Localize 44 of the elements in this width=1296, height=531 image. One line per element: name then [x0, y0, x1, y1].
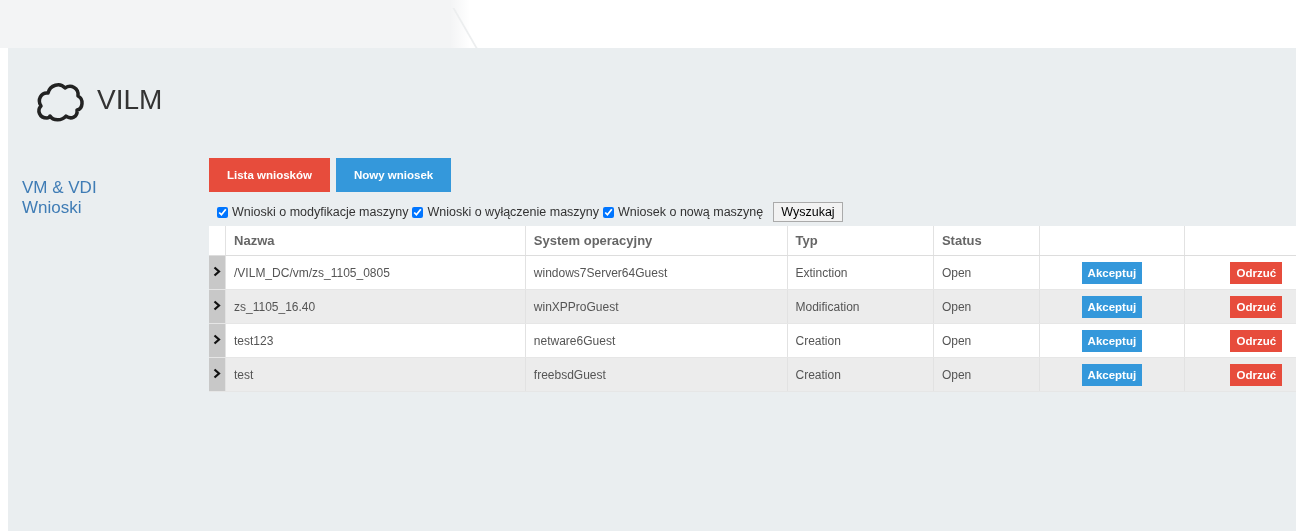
- checkbox-label: Wnioski o modyfikacje maszyny: [232, 205, 409, 219]
- sidebar-link[interactable]: VM & VDI: [22, 178, 97, 198]
- chevron-right-icon[interactable]: [213, 333, 221, 345]
- table-cell: winXPProGuest: [525, 289, 787, 324]
- checkbox-label: Wniosek o nową maszynę: [618, 205, 764, 219]
- accept-button[interactable]: Akceptuj: [1081, 329, 1143, 352]
- accept-button[interactable]: Akceptuj: [1081, 295, 1143, 318]
- app-title: VILM: [97, 84, 163, 116]
- table-cell: Open: [933, 289, 1040, 324]
- table-cell: freebsdGuest: [525, 357, 787, 392]
- table-cell: /VILM_DC/vm/zs_1105_0805: [225, 255, 526, 290]
- column-header: System operacyjny: [525, 226, 787, 256]
- checkbox[interactable]: [603, 206, 615, 218]
- search-button[interactable]: Wyszukaj: [773, 202, 843, 222]
- reject-button[interactable]: Odrzuć: [1230, 363, 1283, 386]
- table-cell: Open: [933, 323, 1040, 358]
- column-header: Status: [933, 226, 1040, 256]
- table-cell: windows7Server64Guest: [525, 255, 787, 290]
- sidebar-link[interactable]: Wnioski: [22, 198, 82, 218]
- checkbox[interactable]: [217, 206, 228, 218]
- table-cell: Creation: [787, 357, 934, 392]
- table-cell: Extinction: [787, 255, 934, 290]
- accept-button[interactable]: Akceptuj: [1081, 261, 1143, 284]
- chevron-right-icon[interactable]: [213, 265, 221, 277]
- reject-button[interactable]: Odrzuć: [1230, 329, 1283, 352]
- chevron-right-icon[interactable]: [213, 367, 221, 379]
- table-cell: test: [225, 357, 526, 392]
- reject-button[interactable]: Odrzuć: [1230, 295, 1283, 318]
- accept-button[interactable]: Akceptuj: [1081, 363, 1143, 386]
- table-cell: Open: [933, 255, 1040, 290]
- table-cell: Modification: [787, 289, 934, 324]
- table-cell: zs_1105_16.40: [225, 289, 526, 324]
- table-cell: netware6Guest: [525, 323, 787, 358]
- tab[interactable]: Lista wniosków: [209, 158, 330, 192]
- checkbox[interactable]: [412, 206, 424, 218]
- table-cell: Open: [933, 357, 1040, 392]
- reject-button[interactable]: Odrzuć: [1230, 261, 1283, 284]
- table-cell: test123: [225, 323, 526, 358]
- column-header: Nazwa: [225, 226, 526, 256]
- tab[interactable]: Nowy wniosek: [336, 158, 452, 192]
- column-header: Typ: [787, 226, 934, 256]
- table-cell: Creation: [787, 323, 934, 358]
- checkbox-label: Wnioski o wyłączenie maszyny: [427, 205, 600, 219]
- chevron-right-icon[interactable]: [213, 299, 221, 311]
